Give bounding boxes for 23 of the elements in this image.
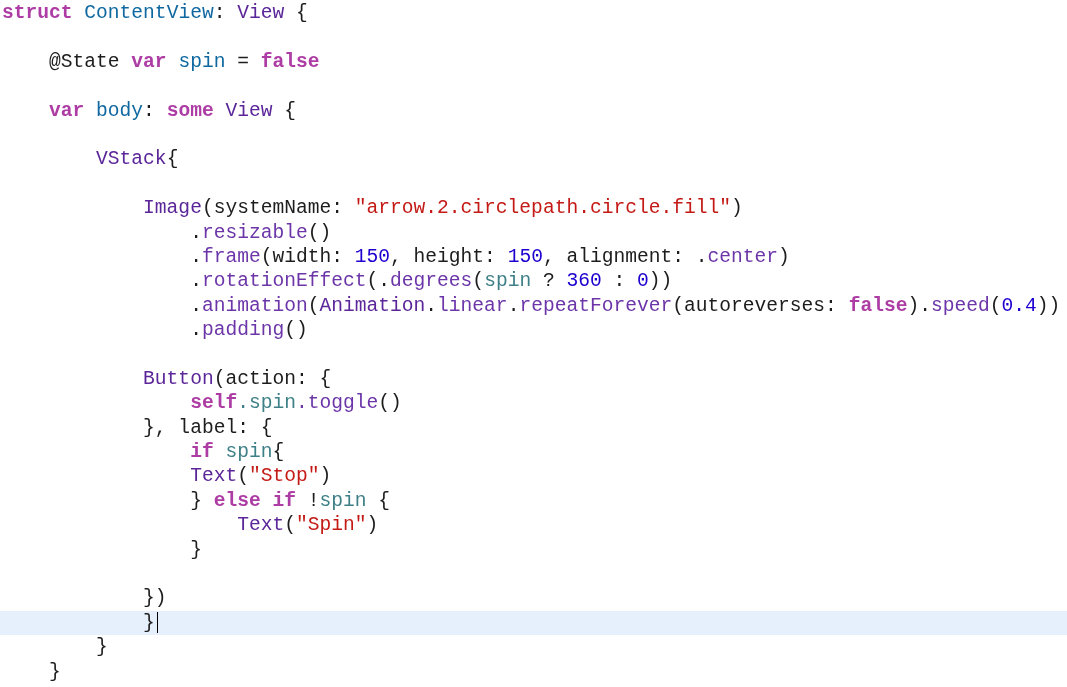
- code-line: VStack{: [96, 147, 179, 172]
- code-line: .animation(Animation.linear.repeatForever(autoreverses: false).speed(0.4)): [190, 293, 1061, 319]
- code-line: }: [190, 537, 202, 562]
- code-line: Text("Stop"): [190, 464, 332, 489]
- code-line: }: [49, 659, 61, 684]
- code-line: self.spin.toggle(): [190, 391, 402, 416]
- code-line: }: [96, 635, 108, 660]
- code-line: struct ContentView: View {: [2, 1, 308, 26]
- code-line: }): [143, 586, 167, 611]
- code-line: .padding(): [190, 318, 308, 343]
- code-line: }: [143, 610, 155, 636]
- code-line: if spin{: [190, 440, 285, 465]
- text-cursor: [156, 612, 158, 634]
- code-line: Button(action: {: [143, 366, 332, 392]
- code-line: } else if !spin {: [190, 488, 391, 514]
- code-line: .frame(width: 150, height: 150, alignment: .center): [190, 244, 790, 270]
- code-line: Text("Spin"): [237, 513, 379, 538]
- code-line: .rotationEffect(.degrees(spin ? 360 : 0)): [190, 269, 673, 294]
- code-line: }, label: {: [143, 415, 273, 441]
- code-line: .resizable(): [190, 220, 332, 245]
- code-line: Image(systemName: "arrow.2.circlepath.circle.fill"): [143, 196, 743, 221]
- code-line: @State var spin = false: [49, 49, 320, 75]
- code-line: var body: some View {: [49, 98, 296, 123]
